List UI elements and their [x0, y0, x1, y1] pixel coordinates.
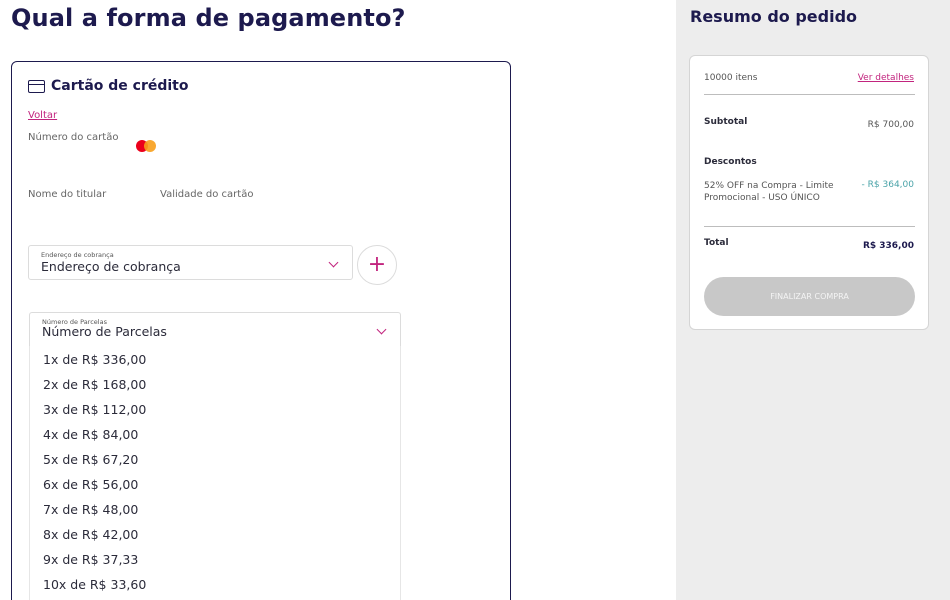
summary-card: 10000 itens Ver detalhes Subtotal R$ 700…	[689, 55, 929, 330]
items-count: 10000 itens	[704, 73, 758, 83]
card-header: Cartão de crédito	[28, 78, 188, 94]
installment-option[interactable]: 4x de R$ 84,00	[43, 427, 138, 442]
page-title: Qual a forma de pagamento?	[11, 4, 406, 32]
chevron-down-icon	[328, 257, 339, 268]
billing-address-select[interactable]: Endereço de cobrança Endereço de cobranç…	[28, 245, 353, 280]
billing-address-value: Endereço de cobrança	[41, 259, 181, 274]
divider	[704, 226, 915, 227]
installment-option[interactable]: 9x de R$ 37,33	[43, 552, 138, 567]
installment-option[interactable]: 8x de R$ 42,00	[43, 527, 138, 542]
subtotal-label: Subtotal	[704, 117, 748, 127]
installment-option[interactable]: 10x de R$ 33,60	[43, 577, 146, 592]
installment-option[interactable]: 1x de R$ 336,00	[43, 352, 146, 367]
installment-option[interactable]: 5x de R$ 67,20	[43, 452, 138, 467]
installments-value: Número de Parcelas	[42, 324, 167, 339]
installment-option[interactable]: 6x de R$ 56,00	[43, 477, 138, 492]
total-value: R$ 336,00	[862, 241, 914, 251]
card-number-label: Número do cartão	[28, 132, 119, 143]
chevron-down-icon	[376, 324, 387, 335]
divider	[704, 94, 915, 95]
installments-dropdown: 1x de R$ 336,00 2x de R$ 168,00 3x de R$…	[29, 346, 401, 600]
installment-option[interactable]: 7x de R$ 48,00	[43, 502, 138, 517]
mastercard-icon	[136, 140, 156, 152]
installment-option[interactable]: 3x de R$ 112,00	[43, 402, 146, 417]
plus-icon: +	[367, 252, 387, 277]
credit-card-panel: Cartão de crédito Voltar Número do cartã…	[11, 61, 511, 600]
installments-select[interactable]: Número de Parcelas Número de Parcelas	[29, 312, 401, 347]
credit-card-icon	[28, 79, 45, 93]
back-link[interactable]: Voltar	[28, 110, 57, 121]
subtotal-value: R$ 700,00	[867, 120, 914, 130]
add-address-button[interactable]: +	[357, 245, 397, 285]
card-title: Cartão de crédito	[51, 78, 189, 94]
view-details-link[interactable]: Ver detalhes	[858, 73, 914, 83]
installment-option[interactable]: 2x de R$ 168,00	[43, 377, 146, 392]
finalize-purchase-button[interactable]: FINALIZAR COMPRA	[704, 277, 915, 316]
order-summary-panel: Resumo do pedido 10000 itens Ver detalhe…	[676, 0, 950, 600]
expiry-label: Validade do cartão	[160, 189, 254, 200]
summary-title: Resumo do pedido	[690, 7, 858, 26]
discount-description: 52% OFF na Compra - Limite Promocional -…	[704, 181, 834, 203]
holder-name-label: Nome do titular	[28, 189, 107, 200]
total-label: Total	[704, 238, 729, 248]
discount-value: - R$ 364,00	[861, 180, 914, 190]
billing-address-floating-label: Endereço de cobrança	[41, 251, 114, 259]
discounts-label: Descontos	[704, 157, 757, 167]
